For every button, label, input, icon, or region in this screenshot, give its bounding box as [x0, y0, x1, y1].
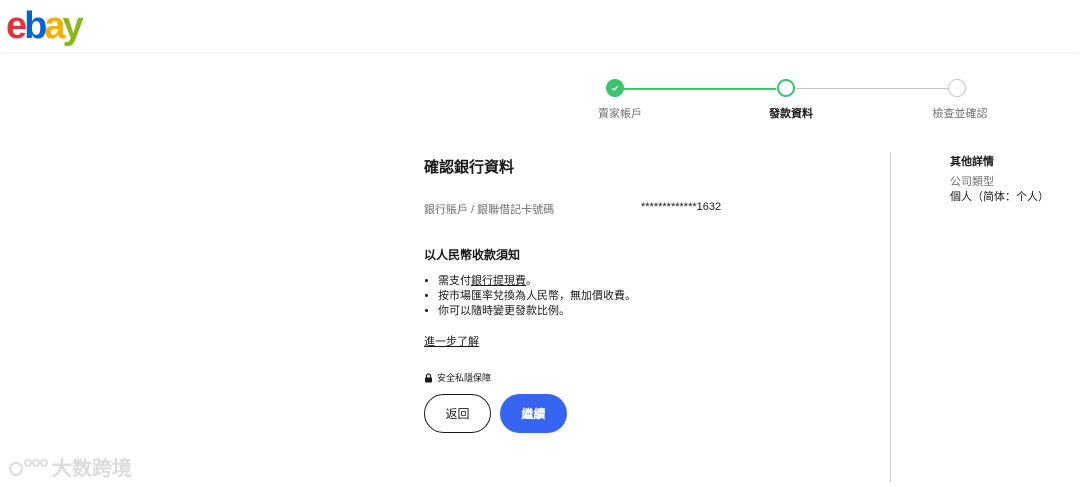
continue-button[interactable]: 繼續 [500, 394, 567, 433]
bullet-text: 。 [526, 275, 537, 287]
step-pending-icon [948, 79, 966, 97]
step-label-seller-account: 賣家帳戶 [598, 108, 642, 120]
bank-account-label: 銀行賬戶 / 銀聯借記卡號碼 [424, 204, 555, 216]
privacy-notice[interactable]: 安全私隱保障 [424, 371, 491, 384]
withdrawal-fee-link[interactable]: 銀行提現費 [471, 275, 526, 287]
privacy-label: 安全私隱保障 [437, 373, 492, 383]
company-type-value: 個人（简体：个人） [950, 191, 1049, 203]
logo-letter: e [6, 5, 27, 47]
watermark-text: 大数跨境 [52, 458, 132, 480]
watermark: 大数跨境 [8, 452, 132, 481]
step-label-review: 檢查並確認 [932, 108, 988, 120]
list-item: 按市場匯率兌換為人民幣，無加價收費。 [438, 289, 636, 304]
logo-letter: b [24, 5, 47, 47]
step-current-icon [777, 79, 795, 97]
site-header: ebay [0, 0, 1080, 52]
side-panel-title: 其他詳情 [950, 156, 994, 168]
page-title: 確認銀行資料 [424, 159, 515, 176]
company-type-label: 公司類型 [950, 176, 994, 188]
bank-account-value: *************1632 [641, 201, 722, 213]
list-item: 需支付銀行提現費。 [438, 274, 636, 289]
bullet-text: 需支付 [438, 275, 471, 287]
logo-letter: y [62, 5, 84, 47]
step-complete-icon [606, 79, 624, 97]
lock-icon [425, 372, 432, 382]
list-item: 你可以隨時變更發款比例。 [438, 304, 636, 319]
step-connector-pending [796, 88, 948, 89]
notice-list: 需支付銀行提現費。 按市場匯率兌換為人民幣，無加價收費。 你可以隨時變更發款比例… [424, 274, 636, 319]
rmb-notice-title: 以人民幣收款須知 [424, 248, 521, 262]
step-connector-complete [624, 88, 776, 90]
watermark-logo-icon [9, 458, 48, 476]
learn-more-link[interactable]: 進一步了解 [424, 333, 479, 349]
vertical-divider [890, 152, 891, 482]
back-button[interactable]: 返回 [424, 394, 491, 433]
ebay-logo[interactable]: ebay [6, 5, 84, 47]
logo-letter: a [44, 5, 65, 47]
step-label-payout-info: 發款資料 [769, 108, 813, 120]
